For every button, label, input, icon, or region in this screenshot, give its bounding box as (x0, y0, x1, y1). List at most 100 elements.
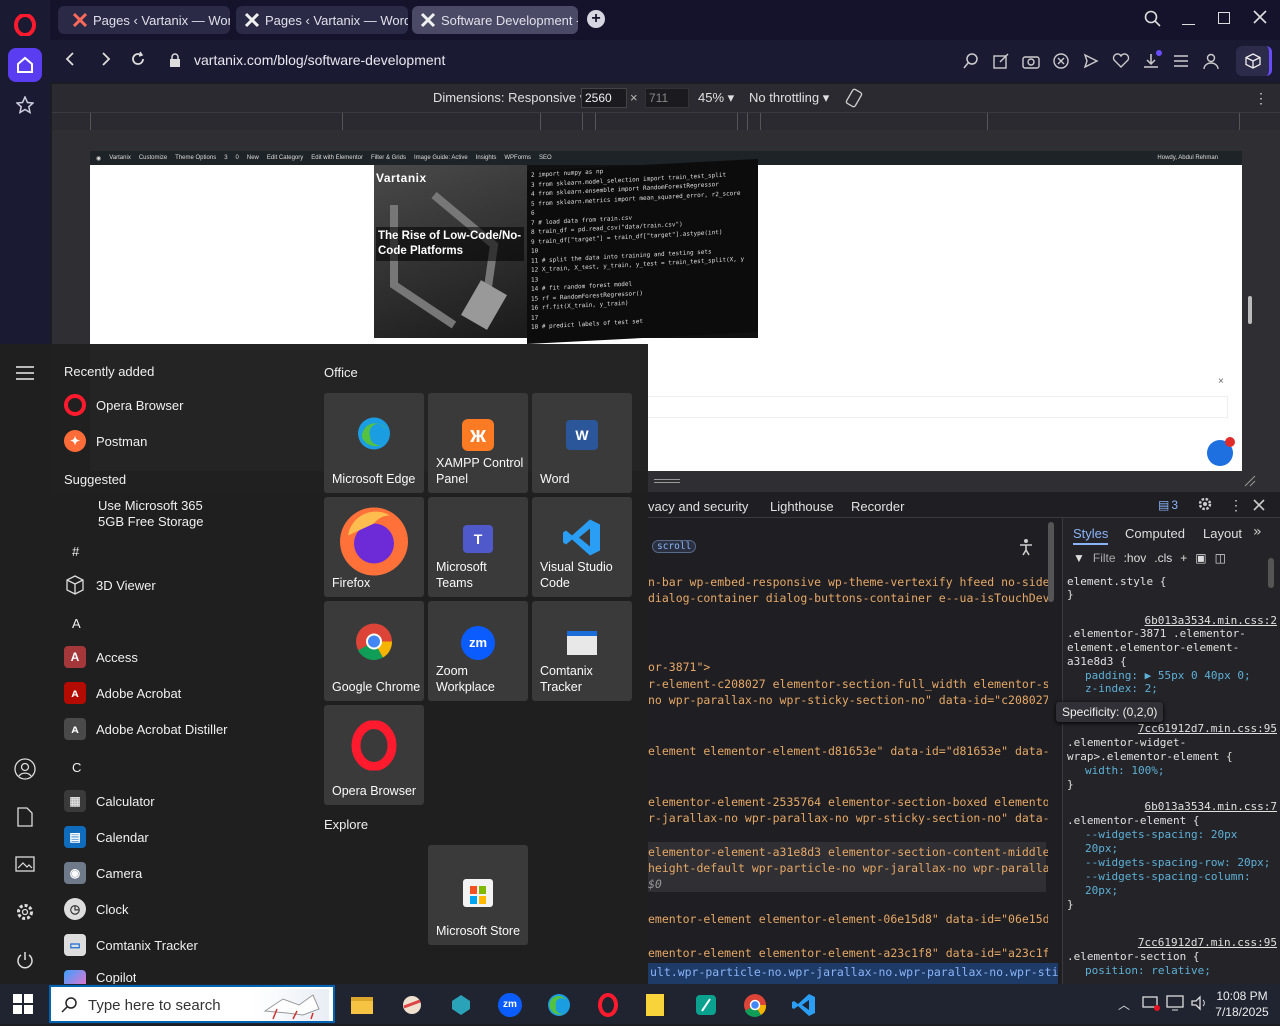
maximize-icon[interactable] (1218, 12, 1230, 24)
reload-icon[interactable] (130, 51, 146, 72)
tab-pages-2[interactable]: Pages ‹ Vartanix — WordP (236, 6, 408, 34)
app-calendar[interactable]: ▤ Calendar (64, 826, 149, 848)
code-line[interactable]: r-jarallax-no wpr-parallax-no wpr-sticky… (648, 811, 1048, 825)
home-icon[interactable] (8, 48, 42, 82)
suggested-microsoft-365[interactable]: Use Microsoft 365 5GB Free Storage (64, 498, 204, 530)
tile-comtanix-tracker[interactable]: Comtanix Tracker (532, 601, 632, 701)
admin-bar-item[interactable]: WPForms (504, 155, 531, 161)
easy-setup-icon[interactable] (1172, 52, 1190, 70)
adblock-icon[interactable] (1052, 52, 1070, 70)
letter-hash[interactable]: # (72, 544, 79, 559)
app-adobe-acrobat[interactable]: ᴀ Adobe Acrobat (64, 682, 181, 704)
sidebar-toggle-icon[interactable]: ◫ (1215, 551, 1226, 565)
edge-taskbar-icon[interactable] (544, 990, 574, 1020)
devtools-settings-icon[interactable] (1197, 496, 1213, 517)
code-line[interactable]: elementor-element-a31e8d3 elementor-sect… (648, 845, 1048, 859)
flow-send-icon[interactable] (1082, 52, 1100, 70)
site-logo[interactable]: Vartanix (376, 171, 427, 185)
code-line[interactable]: ementor-element elementor-element-06e15d… (648, 912, 1048, 926)
windows-start-icon[interactable] (13, 994, 33, 1019)
tile-vscode[interactable]: Visual Studio Code (532, 497, 632, 597)
admin-bar-item[interactable]: Edit Category (267, 155, 303, 161)
clock-area[interactable]: 10:08 PM 7/18/2025 (1214, 988, 1270, 1020)
issues-counter[interactable]: ▤ 3 (1158, 498, 1178, 512)
heart-icon[interactable] (1112, 52, 1130, 70)
chat-widget-icon[interactable] (1207, 437, 1235, 466)
vscode-taskbar-icon[interactable] (789, 990, 819, 1020)
rule-source[interactable]: 7cc61912d7.min.css:95 (1067, 722, 1277, 736)
app-calculator[interactable]: ▦ Calculator (64, 790, 155, 812)
code-line[interactable]: height-default wpr-particle-no wpr-jaral… (648, 861, 1048, 875)
admin-bar-item[interactable]: Filter & Grids (371, 155, 406, 161)
lock-icon[interactable] (169, 53, 181, 72)
letter-c[interactable]: C (72, 760, 81, 775)
admin-greeting[interactable]: Howdy, Abdul Rehman (1157, 155, 1218, 161)
extensions-cube-icon[interactable] (1236, 46, 1272, 76)
elements-scrollbar[interactable] (1048, 522, 1054, 602)
rule-prop[interactable]: --widgets-spacing-column: 20px; (1067, 870, 1277, 898)
profile-icon[interactable] (1202, 52, 1220, 70)
admin-bar-item[interactable]: Theme Options (175, 155, 216, 161)
admin-bar-item[interactable]: Image Guide: Active (414, 155, 468, 161)
close-icon[interactable]: × (1218, 376, 1224, 387)
device-more-icon[interactable]: ⋮ (1254, 90, 1268, 107)
app-clock[interactable]: ◷ Clock (64, 898, 129, 920)
sticky-notes-icon[interactable] (642, 990, 672, 1020)
tab-recorder[interactable]: Recorder (851, 499, 904, 514)
paint-icon[interactable]: ▣ (1195, 551, 1206, 565)
code-line[interactable]: element elementor-element-d81653e" data-… (648, 744, 1048, 758)
tab-lighthouse[interactable]: Lighthouse (770, 499, 834, 514)
admin-bar-item[interactable]: 3 (224, 155, 227, 161)
power-icon[interactable] (15, 950, 35, 975)
zoom-dropdown[interactable]: 45% ▾ (698, 90, 734, 106)
settings-gear-icon[interactable] (15, 902, 35, 927)
cls-toggle[interactable]: .cls (1154, 551, 1172, 565)
breadcrumb[interactable]: ult.wpr-particle-no.wpr-jarallax-no.wpr-… (648, 963, 1058, 984)
tab-computed[interactable]: Computed (1125, 526, 1185, 541)
filter-input[interactable]: Filte (1093, 551, 1116, 565)
url-field[interactable]: vartanix.com/blog/software-development (194, 52, 445, 68)
camera-snapshot-icon[interactable] (1022, 52, 1040, 70)
admin-bar-item[interactable]: Insights (476, 155, 497, 161)
elements-tree[interactable]: scroll n-bar wp-embed-responsive wp-them… (648, 518, 1058, 964)
admin-bar-item[interactable]: Edit with Elementor (311, 155, 363, 161)
app-postman[interactable]: ✦ Postman (64, 430, 147, 452)
code-line[interactable]: ementor-element elementor-element-a23c1f… (648, 946, 1048, 960)
accessibility-icon[interactable] (1018, 538, 1034, 559)
rule-prop[interactable]: width: 100%; (1067, 764, 1277, 778)
new-rule-icon[interactable]: + (1180, 551, 1187, 565)
back-icon[interactable] (64, 51, 76, 72)
letter-a[interactable]: A (72, 616, 81, 631)
more-tabs-icon[interactable]: » (1253, 524, 1261, 540)
taskbar-app-icon[interactable] (446, 990, 476, 1020)
taskbar-search[interactable]: Type here to search (49, 985, 335, 1023)
app-comtanix-tracker[interactable]: ▭ Comtanix Tracker (64, 934, 198, 956)
wp-logo-icon[interactable]: ◉ (96, 155, 101, 162)
downloads-icon[interactable] (1142, 50, 1162, 70)
forward-icon[interactable] (100, 51, 112, 72)
rule-prop[interactable]: --widgets-spacing-row: 20px; (1067, 856, 1277, 870)
app-copilot[interactable]: Copilot (64, 970, 136, 984)
tile-google-chrome[interactable]: Google Chrome (324, 601, 424, 701)
rule-source[interactable]: 6b013a3534.min.css:7 (1067, 800, 1277, 814)
viewport-height-input[interactable] (645, 88, 689, 108)
devtools-more-icon[interactable]: ⋮ (1229, 497, 1243, 514)
code-line[interactable]: dialog-container dialog-buttons-containe… (648, 591, 1048, 605)
taskbar-app-icon[interactable] (397, 990, 427, 1020)
tile-microsoft-teams[interactable]: T Microsoft Teams (428, 497, 528, 597)
admin-bar-item[interactable]: 0 (236, 155, 239, 161)
new-tab-button[interactable]: + (587, 10, 605, 28)
throttling-dropdown[interactable]: No throttling ▾ (749, 90, 829, 106)
minimize-icon[interactable] (1182, 12, 1195, 25)
rule-selector[interactable]: .elementor-section { (1067, 950, 1277, 964)
rule-prop[interactable]: position: relative; (1067, 964, 1277, 978)
hamburger-menu-icon[interactable] (16, 366, 34, 385)
rule-source[interactable]: 6b013a3534.min.css:2 (1067, 614, 1277, 627)
styles-scrollbar[interactable] (1268, 558, 1274, 588)
zoom-taskbar-icon[interactable]: zm (495, 990, 525, 1020)
tab-privacy-security[interactable]: vacy and security (648, 499, 748, 514)
tab-styles[interactable]: Styles (1073, 526, 1109, 545)
tab-layout[interactable]: Layout (1203, 526, 1242, 541)
admin-bar-item[interactable]: SEO (539, 155, 552, 161)
user-account-icon[interactable] (14, 758, 36, 785)
